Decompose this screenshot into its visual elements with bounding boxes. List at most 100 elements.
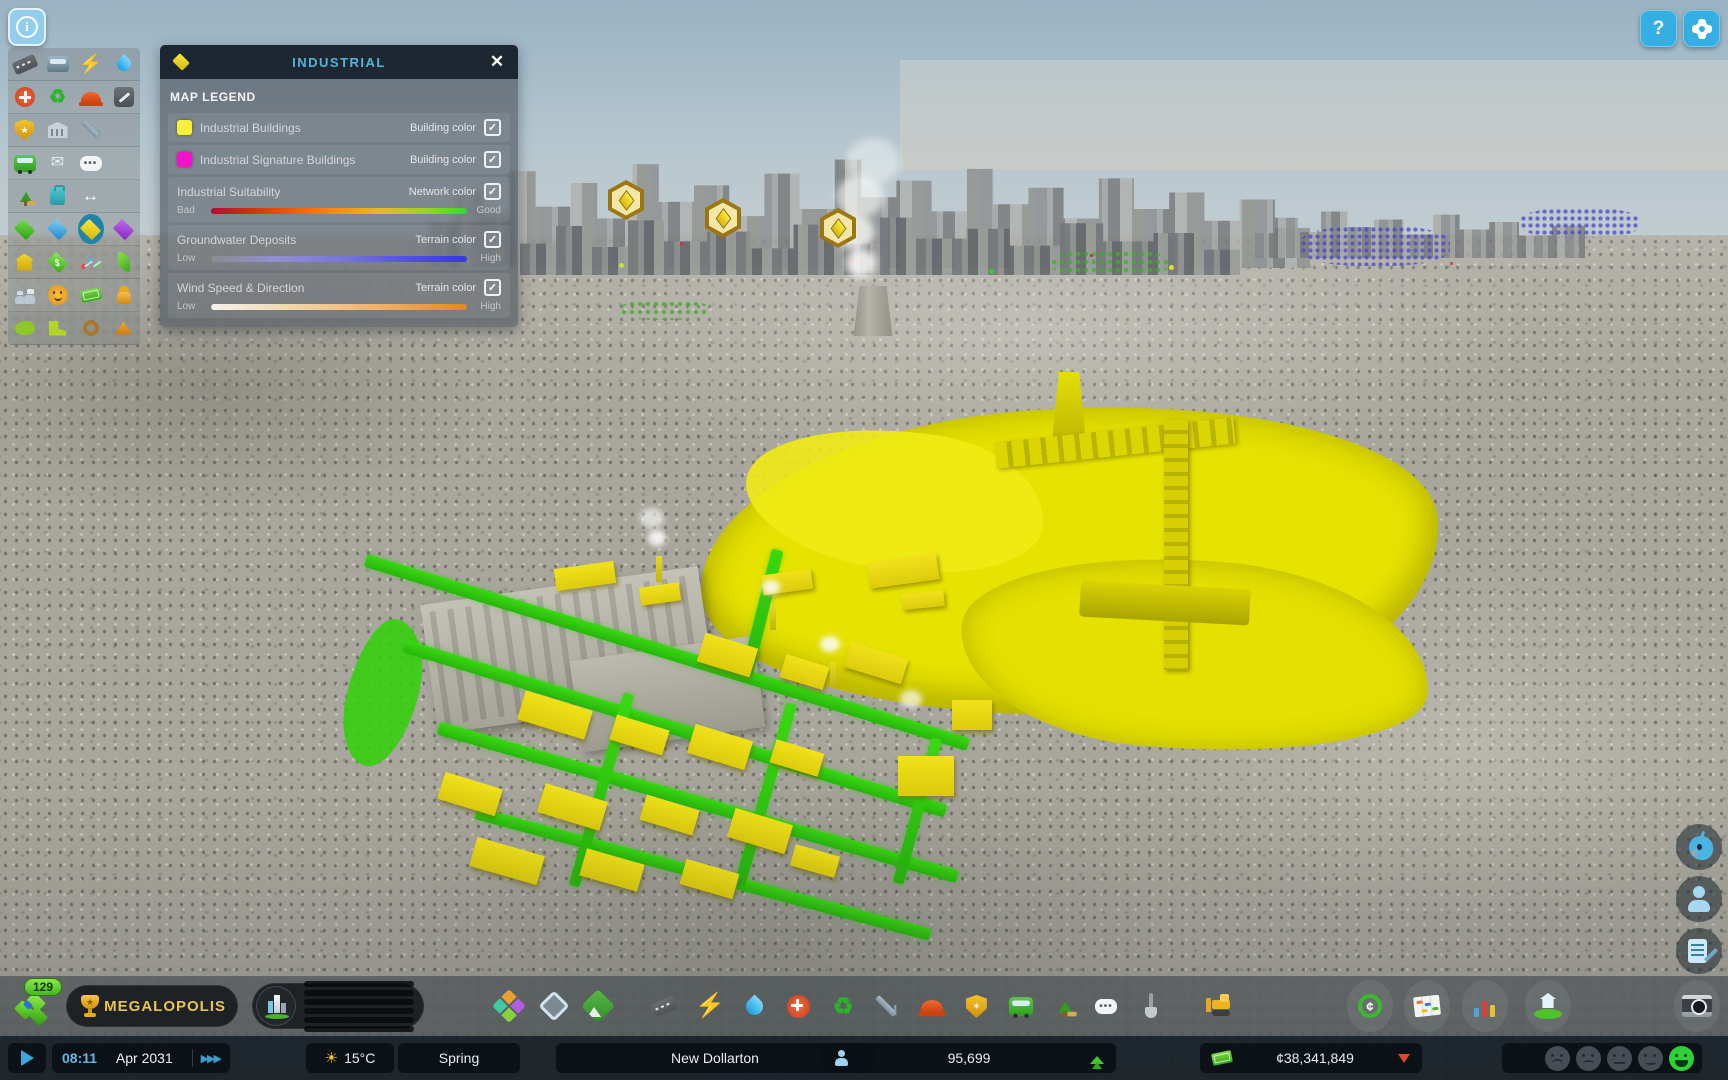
outdoors-icon[interactable] [45, 315, 71, 341]
maintenance-icon[interactable] [111, 84, 137, 110]
journal-button[interactable] [1676, 928, 1722, 974]
zoning-tool-icon[interactable] [492, 989, 526, 1023]
happiness-face-very-happy-active[interactable] [1669, 1046, 1694, 1071]
statistics-panel-icon[interactable] [1462, 980, 1508, 1032]
happiness-face-sad[interactable] [1545, 1046, 1570, 1071]
population-widget[interactable]: 95,699 [822, 1043, 1116, 1073]
bulldozer-tool-icon[interactable] [1202, 989, 1236, 1023]
happiness-face-neutral[interactable] [1607, 1046, 1632, 1071]
workplaces-icon[interactable] [111, 282, 137, 308]
legend-type-label: Building color [410, 154, 476, 166]
electricity-icon[interactable]: ⚡ [78, 51, 104, 77]
healthcare-tool-icon[interactable] [781, 989, 815, 1023]
info-view-row: $ [8, 246, 140, 279]
water-tool-icon[interactable] [737, 989, 771, 1023]
ground-pollution-icon[interactable] [12, 315, 38, 341]
legend-row-groundwater: Groundwater Deposits Terrain color ✓ Low… [168, 225, 510, 270]
checkbox-checked[interactable]: ✓ [484, 279, 501, 296]
transit-icon[interactable] [45, 51, 71, 77]
population-count: 95,699 [848, 1050, 1090, 1066]
simulation-speed-indicator[interactable]: ▶▶▶ [192, 1049, 220, 1067]
terraforming-tool-icon[interactable] [1133, 989, 1167, 1023]
post-icon[interactable]: ✉ [45, 150, 71, 176]
garbage-tool-icon[interactable]: ♻ [826, 989, 860, 1023]
happiness-face-slight-smile[interactable] [1638, 1046, 1663, 1071]
progression-panel-icon[interactable] [1525, 980, 1571, 1032]
greenery-icon[interactable] [111, 249, 137, 275]
fire-rescue-tool-icon[interactable] [915, 989, 949, 1023]
land-value-icon[interactable]: $ [45, 249, 71, 275]
population-growth-icon [1090, 1049, 1104, 1067]
routes-icon[interactable]: ↔ [78, 183, 104, 209]
industrial-zone-icon [170, 55, 192, 69]
healthcare-icon[interactable] [12, 84, 38, 110]
help-icon: ? [1653, 18, 1665, 40]
police-tool-icon[interactable]: ✶ [959, 989, 993, 1023]
parks-recreation-icon[interactable] [12, 183, 38, 209]
happiness-widget[interactable] [1502, 1043, 1702, 1073]
main-toolbar: 129 ★ MEGALOPOLIS ⚡ ♻ ✶ [0, 976, 1728, 1036]
photo-mode-icon[interactable] [1674, 980, 1720, 1032]
money-widget[interactable]: ¢38,341,849 [1200, 1043, 1422, 1073]
citizen-lifepath-button[interactable] [1676, 876, 1722, 922]
checkbox-checked[interactable]: ✓ [484, 231, 501, 248]
garbage-icon[interactable]: ♻ [45, 84, 71, 110]
noise-pollution-icon[interactable] [78, 315, 104, 341]
close-icon[interactable]: ✕ [486, 52, 508, 72]
chirper-button[interactable] [1676, 824, 1722, 870]
xp-progress-button[interactable]: 129 [14, 984, 60, 1028]
telecom-icon[interactable]: ••• [78, 150, 104, 176]
roads-tool-icon[interactable] [647, 989, 681, 1023]
statistics-line-icon[interactable] [78, 249, 104, 275]
weather-widget[interactable]: ☀ 15°C [306, 1043, 394, 1073]
chirper-bird-icon [1685, 834, 1713, 860]
landscaping-tool-icon[interactable] [581, 989, 615, 1023]
time-date-widget[interactable]: 08:11 Apr 2031 ▶▶▶ [52, 1043, 230, 1073]
education-tool-icon[interactable] [869, 989, 903, 1023]
water-icon[interactable] [111, 51, 137, 77]
transportation-tool-icon[interactable] [1004, 989, 1038, 1023]
police-icon[interactable]: ★ [12, 117, 38, 143]
gradient-bar [211, 256, 467, 262]
happiness-face-frown[interactable] [1576, 1046, 1601, 1071]
milestone-button[interactable]: ★ MEGALOPOLIS [66, 985, 238, 1027]
settings-button[interactable] [1683, 10, 1720, 47]
parks-tool-icon[interactable] [1047, 989, 1081, 1023]
water-resources-icon[interactable] [45, 216, 71, 242]
status-bar: 08:11 Apr 2031 ▶▶▶ ☀ 15°C Spring New Dol… [0, 1036, 1728, 1080]
checkbox-checked[interactable]: ✓ [484, 183, 501, 200]
roads-icon[interactable] [12, 51, 38, 77]
communications-tool-icon[interactable]: ••• [1089, 989, 1123, 1023]
economy-panel-icon[interactable]: ¢ [1347, 980, 1393, 1032]
money-icon[interactable] [78, 282, 104, 308]
tourism-icon[interactable] [45, 183, 71, 209]
checkbox-checked[interactable]: ✓ [484, 151, 501, 168]
checkbox-checked[interactable]: ✓ [484, 119, 501, 136]
residential-icon[interactable] [12, 249, 38, 275]
season-widget[interactable]: Spring [398, 1043, 520, 1073]
help-button[interactable]: ? [1640, 10, 1677, 47]
terrain-icon[interactable] [12, 216, 38, 242]
education-icon[interactable] [78, 117, 104, 143]
fire-rescue-icon[interactable] [78, 84, 104, 110]
money-bill-icon [1211, 1050, 1233, 1066]
industrial-icon-selected[interactable] [78, 216, 104, 242]
play-pause-button[interactable] [8, 1043, 46, 1073]
gradient-bar [211, 208, 467, 214]
demand-bars [304, 981, 414, 1032]
ore-resources-icon[interactable] [111, 216, 137, 242]
info-views-button[interactable]: i [8, 8, 46, 46]
demand-widget[interactable] [252, 983, 424, 1029]
game-screen: i ⚡ ♻ ★ ✉ ••• ↔ [0, 0, 1728, 1080]
play-icon [21, 1050, 34, 1066]
map-tiles-icon[interactable] [1404, 980, 1450, 1032]
administration-icon[interactable] [45, 117, 71, 143]
electricity-tool-icon[interactable]: ⚡ [693, 989, 727, 1023]
resources-icon[interactable] [111, 315, 137, 341]
population-icon[interactable] [12, 282, 38, 308]
areas-tool-icon[interactable] [537, 989, 571, 1023]
treasury-balance: ¢38,341,849 [1232, 1050, 1398, 1066]
info-view-row [8, 279, 140, 312]
transportation-icon[interactable] [12, 150, 38, 176]
happiness-icon[interactable] [45, 282, 71, 308]
